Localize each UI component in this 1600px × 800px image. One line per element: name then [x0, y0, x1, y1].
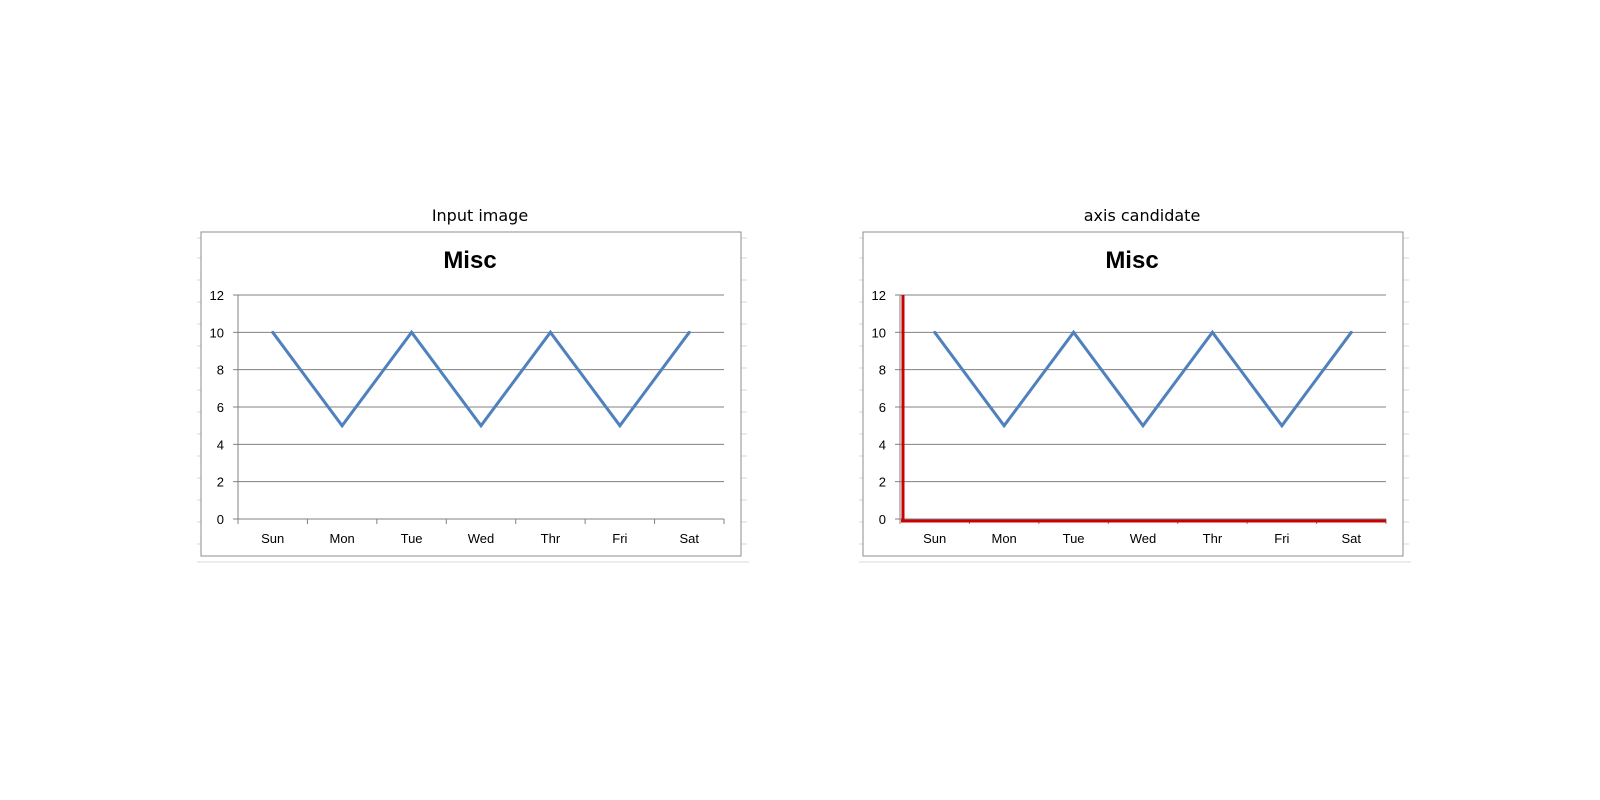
x-tick-label: Sun	[261, 531, 284, 546]
x-tick-label: Wed	[468, 531, 495, 546]
data-point	[1349, 330, 1353, 334]
x-tick-label: Thr	[1203, 531, 1223, 546]
y-tick-label: 10	[872, 325, 886, 340]
data-point	[479, 424, 483, 428]
y-tick-label: 0	[879, 512, 886, 527]
y-tick-label: 8	[217, 363, 224, 378]
input-image-panel: Input image Misc 0 2 4 6 8 10 12 Sun Mon Tue Wed Thr…	[197, 200, 760, 580]
x-tick-label: Sun	[923, 531, 946, 546]
y-tick-label: 12	[872, 288, 886, 303]
chart-misc-axis-candidate: Misc 0 2 4 6 8 10 12 Sun Mon Tue Wed Thr Fri Sat	[859, 231, 1411, 563]
x-tick-label: Sat	[1342, 531, 1362, 546]
chart-frame	[862, 231, 1404, 557]
y-tick-label: 2	[217, 475, 224, 490]
y-tick-label: 12	[210, 288, 224, 303]
y-tick-label: 0	[217, 512, 224, 527]
y-tick-label: 6	[217, 400, 224, 415]
x-tick-label: Mon	[329, 531, 354, 546]
x-tick-label: Sat	[680, 531, 700, 546]
chart-title: Misc	[1105, 247, 1158, 274]
data-point	[1210, 330, 1214, 334]
chart-frame	[200, 231, 742, 557]
x-tick-label: Thr	[541, 531, 561, 546]
data-point	[1280, 424, 1284, 428]
y-tick-label: 6	[879, 400, 886, 415]
data-point	[1072, 330, 1076, 334]
x-tick-label: Tue	[401, 531, 423, 546]
y-tick-label: 10	[210, 325, 224, 340]
x-tick-label: Tue	[1063, 531, 1085, 546]
data-point	[548, 330, 552, 334]
data-point	[410, 330, 414, 334]
data-point	[933, 330, 937, 334]
x-tick-label: Wed	[1130, 531, 1157, 546]
y-tick-label: 4	[217, 437, 224, 452]
data-point	[1141, 424, 1145, 428]
y-tick-label: 4	[879, 437, 886, 452]
axis-candidate-panel: axis candidate Misc 0 2 4 6 8 10 12 Sun Mon Tue Wed…	[859, 200, 1422, 580]
chart-title: Misc	[443, 247, 496, 274]
data-point	[687, 330, 691, 334]
x-tick-label: Fri	[612, 531, 627, 546]
data-point	[271, 330, 275, 334]
x-tick-label: Mon	[991, 531, 1016, 546]
x-tick-label: Fri	[1274, 531, 1289, 546]
data-point	[1002, 424, 1006, 428]
data-point	[618, 424, 622, 428]
y-tick-label: 2	[879, 475, 886, 490]
y-tick-label: 8	[879, 363, 886, 378]
data-point	[340, 424, 344, 428]
chart-misc-input: Misc 0 2 4 6 8 10 12 Sun Mon Tue Wed Thr Fri Sat	[197, 231, 749, 563]
